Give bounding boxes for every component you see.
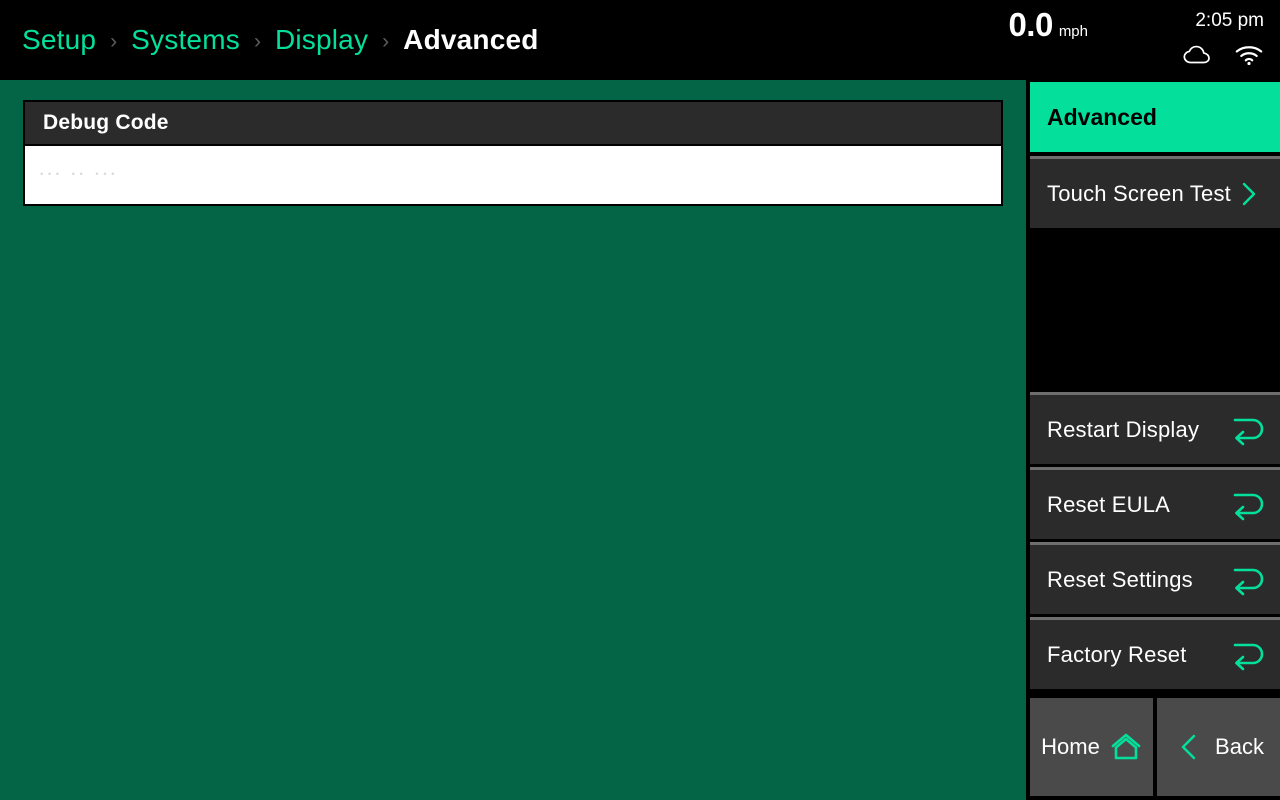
home-button-label: Home bbox=[1041, 734, 1100, 759]
home-button[interactable]: Home bbox=[1030, 698, 1153, 796]
sidebar-item-touch-screen-test[interactable]: Touch Screen Test bbox=[1030, 156, 1280, 228]
debug-code-header: Debug Code bbox=[25, 102, 1001, 146]
speed-value: 0.0 bbox=[1008, 6, 1053, 43]
sidebar-item-label: Restart Display bbox=[1047, 416, 1200, 442]
restart-loop-icon bbox=[1232, 488, 1266, 522]
speed-readout: 0.0 mph bbox=[1008, 6, 1088, 44]
sidebar-header-advanced: Advanced bbox=[1030, 82, 1280, 152]
restart-loop-icon bbox=[1232, 563, 1266, 597]
debug-code-placeholder: ••• •• ••• bbox=[39, 170, 119, 180]
breadcrumb-item-setup[interactable]: Setup bbox=[22, 24, 96, 56]
sidebar-item-label: Touch Screen Test bbox=[1047, 180, 1231, 206]
home-icon bbox=[1110, 732, 1142, 762]
back-button[interactable]: Back bbox=[1157, 698, 1280, 796]
top-status-bar: Setup › Systems › Display › Advanced 0.0… bbox=[0, 0, 1280, 80]
sidebar-item-factory-reset[interactable]: Factory Reset bbox=[1030, 617, 1280, 689]
sidebar-item-label: Reset EULA bbox=[1047, 491, 1171, 517]
clock: 2:05 pm bbox=[1195, 10, 1264, 31]
breadcrumb-separator: › bbox=[253, 29, 261, 53]
breadcrumb-item-display[interactable]: Display bbox=[275, 24, 368, 56]
chevron-right-icon bbox=[1232, 177, 1266, 211]
speed-unit: mph bbox=[1058, 23, 1088, 40]
display-screen: Setup › Systems › Display › Advanced 0.0… bbox=[0, 0, 1280, 800]
sidebar-item-label: Reset Settings bbox=[1047, 566, 1193, 592]
breadcrumb-separator: › bbox=[382, 29, 390, 53]
breadcrumb: Setup › Systems › Display › Advanced bbox=[22, 0, 539, 80]
status-icon-group bbox=[1182, 44, 1264, 66]
sidebar-item-label: Factory Reset bbox=[1047, 641, 1187, 667]
breadcrumb-item-systems[interactable]: Systems bbox=[131, 24, 240, 56]
restart-loop-icon bbox=[1232, 413, 1266, 447]
sidebar-item-reset-settings[interactable]: Reset Settings bbox=[1030, 542, 1280, 614]
main-content-area: Debug Code ••• •• ••• bbox=[0, 80, 1026, 800]
debug-code-panel: Debug Code ••• •• ••• bbox=[23, 100, 1003, 206]
chevron-left-icon bbox=[1173, 732, 1205, 762]
sidebar-item-reset-eula[interactable]: Reset EULA bbox=[1030, 467, 1280, 539]
cloud-icon bbox=[1182, 44, 1212, 66]
sidebar-header-label: Advanced bbox=[1047, 103, 1157, 130]
debug-code-input[interactable]: ••• •• ••• bbox=[25, 146, 1001, 204]
sidebar-item-restart-display[interactable]: Restart Display bbox=[1030, 392, 1280, 464]
right-sidebar: Advanced Touch Screen Test Restart Displ… bbox=[1026, 80, 1280, 800]
restart-loop-icon bbox=[1232, 638, 1266, 672]
debug-code-title: Debug Code bbox=[43, 111, 169, 134]
bottom-nav-row: Home Back bbox=[1030, 698, 1280, 796]
back-button-label: Back bbox=[1215, 734, 1264, 759]
breadcrumb-item-advanced: Advanced bbox=[403, 24, 539, 55]
breadcrumb-separator: › bbox=[110, 29, 118, 53]
wifi-icon bbox=[1234, 44, 1264, 66]
